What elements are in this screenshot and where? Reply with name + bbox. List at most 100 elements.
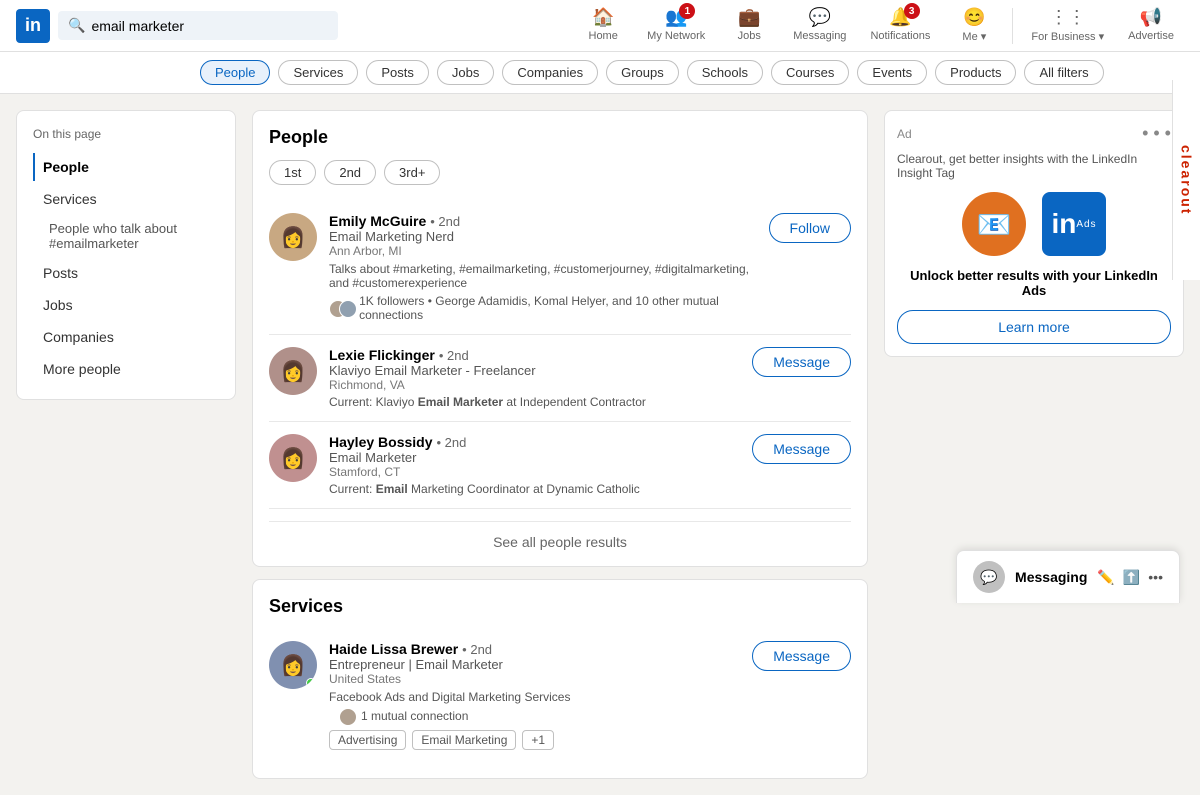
person-title-emily: Email Marketing Nerd: [329, 229, 757, 244]
person-location-haide: United States: [329, 672, 740, 686]
sidebar-item-more[interactable]: More people: [33, 355, 219, 383]
person-name-lexie[interactable]: Lexie Flickinger: [329, 347, 435, 363]
ads-label: Ads: [1076, 219, 1096, 230]
tag-advertising[interactable]: Advertising: [329, 730, 406, 750]
see-all-people[interactable]: See all people results: [269, 521, 851, 550]
person-row-lexie: 👩 Lexie Flickinger • 2nd Klaviyo Email M…: [269, 335, 851, 422]
filter-tab-2nd[interactable]: 2nd: [324, 160, 376, 185]
person-name-haide[interactable]: Haide Lissa Brewer: [329, 641, 458, 657]
services-section: Services 👩 Haide Lissa Brewer • 2nd Entr…: [252, 579, 868, 779]
filter-tab-1st[interactable]: 1st: [269, 160, 316, 185]
person-degree-haide: • 2nd: [462, 642, 492, 657]
messaging-expand-icon[interactable]: ⬆️: [1123, 569, 1140, 586]
learn-more-button[interactable]: Learn more: [897, 310, 1171, 344]
nav-advertise-label: Advertise: [1128, 30, 1174, 42]
nav-jobs[interactable]: 💼 Jobs: [719, 3, 779, 48]
filter-jobs[interactable]: Jobs: [437, 60, 494, 85]
network-badge: 1: [679, 3, 695, 19]
sidebar-item-jobs[interactable]: Jobs: [33, 291, 219, 319]
tag-email-marketing[interactable]: Email Marketing: [412, 730, 516, 750]
person-title-haide: Entrepreneur | Email Marketer: [329, 657, 740, 672]
top-navigation: in 🔍 🏠 Home 👥 1 My Network 💼 Jobs 💬 Mess…: [0, 0, 1200, 52]
services-section-title: Services: [269, 596, 851, 617]
filter-services[interactable]: Services: [278, 60, 358, 85]
nav-my-network[interactable]: 👥 1 My Network: [637, 3, 715, 48]
person-about-haide: Facebook Ads and Digital Marketing Servi…: [329, 690, 740, 704]
tag-more[interactable]: +1: [522, 730, 554, 750]
person-row-haide: 👩 Haide Lissa Brewer • 2nd Entrepreneur …: [269, 629, 851, 762]
nav-advertise[interactable]: 📢 Advertise: [1118, 3, 1184, 48]
nav-notifications[interactable]: 🔔 3 Notifications: [860, 3, 940, 48]
search-icon: 🔍: [68, 17, 85, 34]
messaging-ellipsis-icon[interactable]: •••: [1148, 569, 1163, 586]
avatar-emily: 👩: [269, 213, 317, 261]
filter-courses[interactable]: Courses: [771, 60, 849, 85]
nav-network-label: My Network: [647, 30, 705, 42]
nav-me-label: Me ▾: [962, 30, 986, 43]
nav-for-business[interactable]: ⋮⋮ For Business ▾: [1021, 3, 1114, 49]
person-title-hayley: Email Marketer: [329, 450, 740, 465]
sidebar-item-services[interactable]: Services: [33, 185, 219, 213]
filter-all[interactable]: All filters: [1024, 60, 1103, 85]
current-highlight-hayley: Email: [376, 482, 408, 496]
nav-business-label: For Business ▾: [1031, 30, 1104, 43]
person-mutual-emily: 1K followers • George Adamidis, Komal He…: [329, 294, 757, 322]
nav-me[interactable]: 😊 Me ▾: [944, 3, 1004, 49]
person-degree-hayley: • 2nd: [437, 435, 467, 450]
home-icon: 🏠: [592, 7, 614, 28]
person-degree-emily: • 2nd: [430, 214, 460, 229]
sidebar-item-posts[interactable]: Posts: [33, 259, 219, 287]
mutual-faces-haide: [329, 708, 357, 724]
message-button-lexie[interactable]: Message: [752, 347, 851, 377]
avatar-hayley: 👩: [269, 434, 317, 482]
sidebar-item-people[interactable]: People: [33, 153, 219, 181]
nav-notifications-label: Notifications: [870, 30, 930, 42]
filter-events[interactable]: Events: [857, 60, 927, 85]
person-current-lexie: Current: Klaviyo Email Marketer at Indep…: [329, 395, 740, 409]
nav-home[interactable]: 🏠 Home: [573, 3, 633, 48]
clearout-logo-icon: 📧: [977, 208, 1012, 241]
person-action-lexie: Message: [752, 347, 851, 377]
messaging-compose-icon[interactable]: ✏️: [1097, 569, 1114, 586]
degree-filter-tabs: 1st 2nd 3rd+: [269, 160, 851, 185]
person-name-hayley[interactable]: Hayley Bossidy: [329, 434, 433, 450]
person-name-emily[interactable]: Emily McGuire: [329, 213, 426, 229]
filter-posts[interactable]: Posts: [366, 60, 429, 85]
right-sidebar: Ad • • • Clearout, get better insights w…: [884, 110, 1184, 779]
person-current-hayley: Current: Email Marketing Coordinator at …: [329, 482, 740, 496]
follow-button-emily[interactable]: Follow: [769, 213, 851, 243]
notifications-icon: 🔔 3: [889, 7, 911, 28]
sidebar-nav: People Services People who talk about #e…: [33, 153, 219, 383]
nav-messaging-label: Messaging: [793, 30, 846, 42]
message-button-haide[interactable]: Message: [752, 641, 851, 671]
content-area: People 1st 2nd 3rd+ 👩 Emily McGuire • 2n…: [252, 110, 868, 779]
sidebar-item-companies[interactable]: Companies: [33, 323, 219, 351]
message-button-hayley[interactable]: Message: [752, 434, 851, 464]
filter-schools[interactable]: Schools: [687, 60, 763, 85]
search-input[interactable]: [91, 18, 328, 34]
me-icon: 😊: [963, 7, 985, 28]
person-info-emily: Emily McGuire • 2nd Email Marketing Nerd…: [329, 213, 757, 322]
messaging-bar[interactable]: 💬 Messaging ✏️ ⬆️ •••: [956, 550, 1180, 603]
people-section: People 1st 2nd 3rd+ 👩 Emily McGuire • 2n…: [252, 110, 868, 567]
linkedin-logo[interactable]: in: [16, 9, 50, 43]
nav-messaging[interactable]: 💬 Messaging: [783, 3, 856, 48]
nav-jobs-label: Jobs: [738, 30, 761, 42]
avatar-haide: 👩: [269, 641, 317, 689]
search-bar[interactable]: 🔍: [58, 11, 338, 40]
sidebar-card: On this page People Services People who …: [16, 110, 236, 400]
filter-companies[interactable]: Companies: [502, 60, 598, 85]
filter-groups[interactable]: Groups: [606, 60, 679, 85]
clearout-strip[interactable]: clearout: [1172, 80, 1200, 280]
nav-items: 🏠 Home 👥 1 My Network 💼 Jobs 💬 Messaging…: [573, 3, 1184, 49]
ad-more-options[interactable]: • • •: [1142, 123, 1171, 144]
clearout-logo: 📧: [962, 192, 1026, 256]
people-section-title: People: [269, 127, 851, 148]
filter-products[interactable]: Products: [935, 60, 1016, 85]
ad-label: Ad: [897, 127, 912, 141]
messaging-label: Messaging: [1015, 569, 1087, 585]
current-highlight-lexie: Email Marketer: [418, 395, 503, 409]
filter-people[interactable]: People: [200, 60, 270, 85]
sidebar-item-people-talk[interactable]: People who talk about #emailmarketer: [33, 217, 219, 255]
filter-tab-3rd[interactable]: 3rd+: [384, 160, 440, 185]
